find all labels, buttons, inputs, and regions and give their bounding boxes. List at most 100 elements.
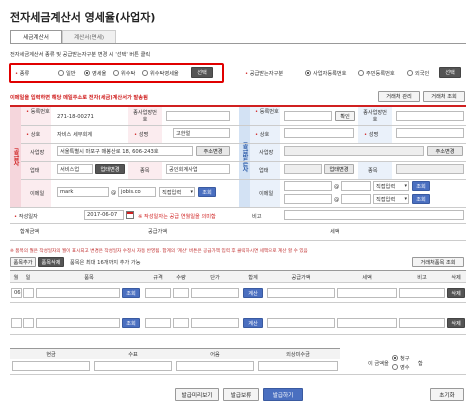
item-qty-input[interactable]	[173, 318, 189, 328]
item-calc-button[interactable]: 계산	[243, 318, 263, 328]
receiver-biztype-input[interactable]	[284, 164, 322, 174]
add-item-button[interactable]: 품목추가	[10, 257, 36, 267]
total-amount-label: 합계금액	[20, 229, 40, 235]
payment-bill-input[interactable]	[176, 361, 254, 371]
item-note-input[interactable]	[399, 288, 445, 298]
item-spec-input[interactable]	[145, 288, 171, 298]
items-max-note: 품목은 최대 16개까지 추가 가능	[70, 260, 141, 266]
email-notice: 이메일을 입력하면 해당 메일주소로 전자(세금)계산서가 발송됨	[10, 95, 148, 101]
item-name-input[interactable]	[36, 318, 120, 328]
supplier-item-input[interactable]: 공인회계사업	[166, 164, 230, 174]
receiver-biztype-button[interactable]: 업태변경	[324, 164, 354, 174]
type-radio-zero[interactable]	[84, 70, 90, 76]
receiver-radio-foreigner[interactable]	[407, 70, 413, 76]
supplier-email-search-button[interactable]: 조회	[198, 187, 216, 197]
receiver-radio-resident[interactable]	[358, 70, 364, 76]
partner-search-button[interactable]: 거래처 조회	[423, 91, 465, 102]
receiver-company-input[interactable]	[284, 128, 354, 138]
receiver-email2-at: @	[334, 197, 340, 203]
tab-tax-invoice[interactable]: 세금계산서	[10, 30, 62, 43]
receiver-email-id-input[interactable]	[284, 181, 332, 191]
supplier-email-select-value: 직접입력	[162, 189, 182, 196]
item-search-button[interactable]: 조회	[122, 288, 140, 298]
type-radio-general[interactable]	[58, 70, 64, 76]
hold-button[interactable]: 발급보류	[223, 388, 259, 401]
partner-item-search-button[interactable]: 거래처품목 조회	[412, 257, 464, 267]
item-month-input[interactable]: 06	[11, 288, 22, 298]
item-search-button[interactable]: 조회	[122, 318, 140, 328]
item-tax-input[interactable]	[337, 318, 397, 328]
type-radio-consign-zero[interactable]	[142, 70, 148, 76]
type-radio-consign[interactable]	[113, 70, 119, 76]
supplier-branch-input[interactable]	[166, 111, 230, 121]
form-row-line	[10, 240, 466, 241]
item-supply-input[interactable]	[267, 318, 335, 328]
item-spec-input[interactable]	[145, 318, 171, 328]
supplier-address-input[interactable]: 서울특별시 마포구 매봉산로 18, 606-243호	[57, 146, 193, 156]
form-row-line	[21, 179, 466, 180]
note-input[interactable]	[284, 210, 464, 220]
receiver-branch-input[interactable]	[396, 111, 464, 121]
type-select-button[interactable]: 선택	[191, 67, 213, 78]
form-row-line	[21, 143, 466, 144]
item-tax-input[interactable]	[337, 288, 397, 298]
supplier-email-select[interactable]: 직접입력 ▾	[159, 187, 195, 197]
receiver-address-button[interactable]: 주소변경	[427, 146, 463, 156]
receiver-select-button[interactable]: 선택	[439, 67, 461, 78]
item-note-input[interactable]	[399, 318, 445, 328]
col-unit-price: 단가	[210, 275, 220, 281]
receiver-address-input[interactable]	[284, 146, 424, 156]
receiver-regno-input[interactable]	[284, 111, 332, 121]
supplier-biztype-button[interactable]: 업태변경	[95, 164, 125, 174]
item-day-input[interactable]	[23, 288, 34, 298]
supplier-address-button[interactable]: 주소변경	[196, 146, 230, 156]
receipt-radio-claim[interactable]	[392, 355, 398, 361]
item-day-input[interactable]	[23, 318, 34, 328]
type-option-general: 일반	[66, 71, 76, 77]
issue-button[interactable]: 발급하기	[263, 388, 303, 401]
receipt-radio-paid[interactable]	[392, 364, 398, 370]
receiver-email-select[interactable]: 직접입력 ▾	[373, 181, 409, 191]
supplier-biztype-input[interactable]: 서비스업	[57, 164, 93, 174]
items-row-line	[10, 302, 466, 303]
payment-check-input[interactable]	[94, 361, 172, 371]
supplier-email-id-input[interactable]: mark	[57, 187, 109, 197]
item-name-input[interactable]	[36, 288, 120, 298]
type-label: • 종류	[15, 71, 30, 77]
item-supply-input[interactable]	[267, 288, 335, 298]
payment-credit-input[interactable]	[258, 361, 338, 371]
receiver-item-input[interactable]	[396, 164, 464, 174]
receiver-email2-id-input[interactable]	[284, 194, 332, 204]
type-option-consign-zero: 위수탁영세율	[150, 71, 179, 77]
write-date-input[interactable]: 2017-06-07	[84, 210, 124, 220]
supplier-regno-label: • 등록번호	[26, 109, 50, 115]
receiver-radio-bizno[interactable]	[305, 70, 311, 76]
delete-item-button[interactable]: 품목삭제	[38, 257, 64, 267]
col-spec: 규격	[153, 275, 163, 281]
receiver-name-input[interactable]	[396, 128, 464, 138]
partner-manage-button[interactable]: 거래처 관리	[378, 91, 420, 102]
form-row-line	[21, 125, 466, 126]
reset-button[interactable]: 초기화	[430, 388, 464, 401]
receiver-email2-domain-input[interactable]	[341, 194, 371, 204]
items-row-line	[10, 334, 466, 335]
receiver-email-domain-input[interactable]	[341, 181, 371, 191]
item-qty-input[interactable]	[173, 288, 189, 298]
calendar-icon[interactable]	[126, 211, 134, 219]
supplier-branch-label: 종사업장번호	[133, 110, 157, 123]
item-calc-button[interactable]: 계산	[243, 288, 263, 298]
item-price-input[interactable]	[191, 318, 239, 328]
supplier-name-input[interactable]: 고한얼	[173, 128, 230, 138]
receiver-email2-search-button[interactable]: 조회	[412, 194, 430, 204]
item-delete-button[interactable]: 삭제	[447, 288, 465, 298]
item-delete-button[interactable]: 삭제	[447, 318, 465, 328]
tab-invoice-exempt[interactable]: 계산서(면세)	[62, 30, 116, 43]
payment-cash-input[interactable]	[12, 361, 90, 371]
receiver-email-search-button[interactable]: 조회	[412, 181, 430, 191]
item-month-input[interactable]	[11, 318, 22, 328]
preview-button[interactable]: 발급미리보기	[175, 388, 219, 401]
item-price-input[interactable]	[191, 288, 239, 298]
receiver-confirm-button[interactable]: 확인	[335, 111, 355, 121]
receiver-email2-select[interactable]: 직접입력 ▾	[373, 194, 409, 204]
supplier-email-domain-input[interactable]: jobis.co	[118, 187, 156, 197]
